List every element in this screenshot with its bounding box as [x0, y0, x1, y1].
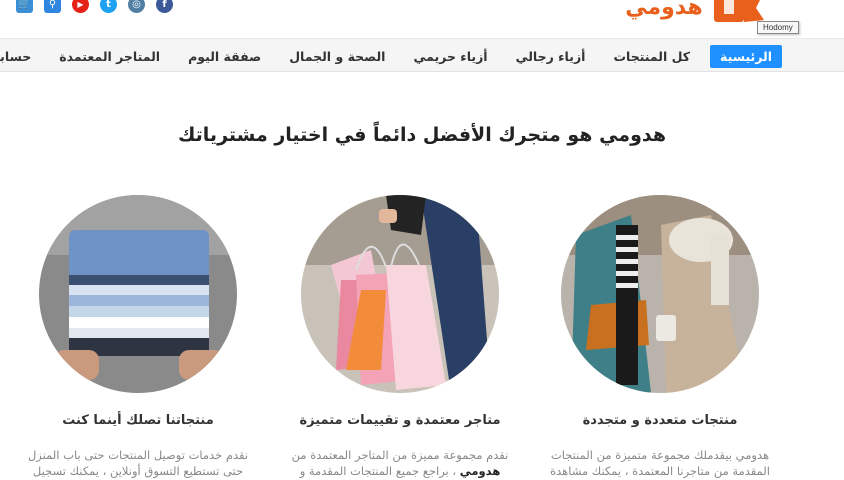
feature-card-variety: منتجات متعددة و متجددة هدومي بيقدملك مجم… [535, 195, 785, 478]
feature-description: هدومي بيقدملك مجموعة متميزة من المنتجات … [535, 447, 785, 479]
brand-mention: هدومي [459, 464, 501, 478]
main-navbar: الرئيسية كل المنتجات أزياء رجالي أزياء ح… [0, 38, 844, 72]
site-logo[interactable]: هدومي [606, 0, 766, 24]
logo-text: هدومي [625, 0, 703, 20]
nav-item-my-account[interactable]: حسابي [0, 49, 31, 64]
feature-image-coats [561, 195, 759, 393]
coats-photo [561, 195, 759, 393]
feature-desc-line-rest: ، براجع جميع المنتجات المقدمة و [299, 464, 460, 478]
twitter-icon-glyph: t [106, 0, 111, 10]
feature-desc-line: نقدم خدمات توصيل المنتجات حتى باب المنزل [27, 448, 249, 462]
nav-menu: الرئيسية كل المنتجات أزياء رجالي أزياء ح… [0, 39, 844, 73]
instagram-icon-glyph: ◎ [132, 0, 141, 10]
folded-clothes-photo [39, 195, 237, 393]
feature-description: نقدم مجموعة مميزة من المتاجر المعتمدة من… [275, 447, 525, 479]
nav-item-approved-stores[interactable]: المتاجر المعتمدة [59, 49, 160, 64]
logo-tag-tail [744, 0, 764, 22]
facebook-icon[interactable]: f [156, 0, 173, 13]
logo-hanger-cutout [724, 0, 734, 14]
search-icon[interactable]: ⚲ [44, 0, 61, 13]
nav-item-deal-of-day[interactable]: صفقة اليوم [188, 49, 261, 64]
search-icon-glyph: ⚲ [48, 0, 57, 10]
logo-graphic: هدومي [625, 0, 764, 22]
facebook-icon-glyph: f [162, 0, 167, 10]
feature-card-stores: متاجر معتمدة و تقييمات متميزة نقدم مجموع… [275, 195, 525, 478]
nav-item-mens-fashion[interactable]: أزياء رجالي [516, 49, 586, 64]
feature-card-delivery: منتجاتنا تصلك أينما كنت نقدم خدمات توصيل… [13, 195, 263, 478]
nav-item-all-products[interactable]: كل المنتجات [613, 49, 690, 64]
cart-icon[interactable]: 🛒 [16, 0, 33, 13]
feature-title: منتجات متعددة و متجددة [582, 413, 738, 428]
page-headline: هدومي هو متجرك الأفضل دائماً في اختيار م… [177, 124, 667, 146]
youtube-icon[interactable]: ▶ [72, 0, 89, 13]
feature-desc-line: نقدم مجموعة مميزة من المتاجر المعتمدة من [291, 448, 509, 462]
feature-desc-line: هدومي بيقدملك مجموعة متميزة من المنتجات [550, 448, 770, 462]
logo-tooltip: Hodomy [757, 21, 799, 34]
feature-desc-line: حتى تستطيع التسوق أونلاين ، يمكنك تسجيل [32, 464, 244, 478]
nav-item-home[interactable]: الرئيسية [710, 44, 782, 68]
instagram-icon[interactable]: ◎ [128, 0, 145, 13]
shopping-bags-photo [301, 195, 499, 393]
feature-desc-line: هدومي ، براجع جميع المنتجات المقدمة و [275, 463, 525, 479]
cart-icon-glyph: 🛒 [18, 0, 31, 10]
feature-title: منتجاتنا تصلك أينما كنت [62, 413, 214, 428]
top-bar: 🛒 ⚲ ▶ t ◎ f هدومي Hodomy [0, 0, 844, 38]
feature-desc-line: المقدمة من متاجرنا المعتمدة ، يمكنك مشاه… [550, 464, 770, 478]
feature-description: نقدم خدمات توصيل المنتجات حتى باب المنزل… [13, 447, 263, 479]
feature-image-shopping-bags [301, 195, 499, 393]
social-icons: 🛒 ⚲ ▶ t ◎ f [16, 0, 173, 13]
youtube-icon-glyph: ▶ [77, 0, 84, 9]
nav-item-health-beauty[interactable]: الصحة و الجمال [289, 49, 385, 64]
feature-image-folded-clothes [39, 195, 237, 393]
nav-item-womens-fashion[interactable]: أزياء حريمي [413, 49, 487, 64]
feature-title: متاجر معتمدة و تقييمات متميزة [299, 413, 501, 428]
twitter-icon[interactable]: t [100, 0, 117, 13]
